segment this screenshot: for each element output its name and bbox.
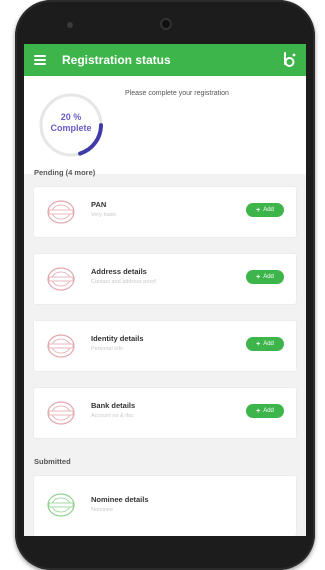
progress-ring: 20 % Complete xyxy=(36,90,106,160)
hamburger-menu-icon[interactable] xyxy=(34,55,46,65)
item-subtitle: Account no & ifsc xyxy=(91,413,134,419)
brand-logo-icon xyxy=(284,52,296,67)
progress-percent: 20 % xyxy=(60,112,82,122)
pending-section-label: Pending (4 more) xyxy=(34,168,96,177)
camera xyxy=(160,18,172,30)
pending-item-bank[interactable]: Bank details Account no & ifsc + Add xyxy=(34,388,296,438)
item-subtitle: Nominee xyxy=(91,507,114,513)
speaker xyxy=(67,22,73,28)
submitted-section-label: Submitted xyxy=(34,457,71,466)
item-title: Address details xyxy=(91,267,147,276)
item-subtitle: Personal info xyxy=(91,346,124,352)
item-title: Nominee details xyxy=(91,495,149,504)
registration-message: Please complete your registration xyxy=(125,90,229,97)
app-screen: Registration status 20 % Complete Please… xyxy=(24,44,306,536)
add-address-button[interactable]: + Add xyxy=(246,270,284,284)
plus-icon: + xyxy=(256,206,261,214)
add-identity-button[interactable]: + Add xyxy=(246,337,284,351)
plus-icon: + xyxy=(256,340,261,348)
submitted-item-nominee[interactable]: Nominee details Nominee xyxy=(34,476,296,536)
progress-complete-text: Complete xyxy=(50,123,92,133)
item-title: PAN xyxy=(91,200,107,209)
pending-stamp-icon xyxy=(47,334,75,358)
plus-icon: + xyxy=(256,407,261,415)
submitted-stamp-icon xyxy=(47,493,75,517)
plus-icon: + xyxy=(256,273,261,281)
pending-stamp-icon xyxy=(47,267,75,291)
item-subtitle: Very basic xyxy=(91,212,117,218)
app-bar: Registration status xyxy=(24,44,306,76)
add-pan-button[interactable]: + Add xyxy=(246,203,284,217)
registration-summary: 20 % Complete Please complete your regis… xyxy=(24,76,306,174)
pending-stamp-icon xyxy=(47,200,75,224)
phone-frame: Registration status 20 % Complete Please… xyxy=(15,0,315,570)
pending-item-pan[interactable]: PAN Very basic + Add xyxy=(34,187,296,237)
add-bank-button[interactable]: + Add xyxy=(246,404,284,418)
item-title: Identity details xyxy=(91,334,144,343)
item-title: Bank details xyxy=(91,401,136,410)
pending-item-address[interactable]: Address details Contact and address proo… xyxy=(34,254,296,304)
pending-item-identity[interactable]: Identity details Personal info + Add xyxy=(34,321,296,371)
progress-label: 20 % Complete xyxy=(36,112,106,134)
page-title: Registration status xyxy=(62,53,171,67)
item-subtitle: Contact and address proof xyxy=(91,279,156,285)
pending-stamp-icon xyxy=(47,401,75,425)
